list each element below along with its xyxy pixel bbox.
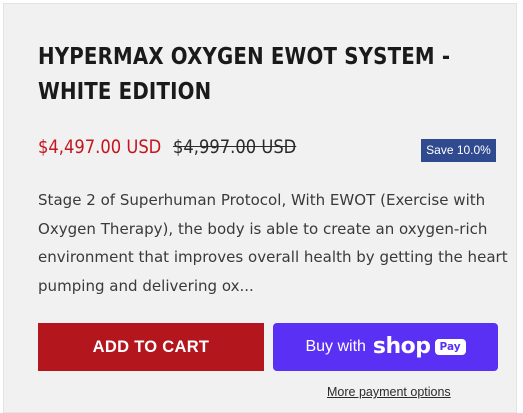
shop-logo-icon: shop [372,333,431,359]
buy-with-label: Buy with [305,338,366,355]
sale-price: $4,497.00 USD [38,136,162,158]
compare-at-price: $4,997.00 USD [173,136,297,158]
save-badge: Save 10.0% [421,139,496,162]
pay-badge-icon: Pay [434,339,466,355]
buy-with-shop-pay-button[interactable]: Buy with shop Pay [273,323,498,371]
add-to-cart-button[interactable]: ADD TO CART [38,323,264,371]
more-payment-options-link[interactable]: More payment options [327,385,451,399]
product-card: HYPERMAX OXYGEN EWOT SYSTEM - WHITE EDIT… [3,3,517,413]
product-title: HYPERMAX OXYGEN EWOT SYSTEM - WHITE EDIT… [38,44,451,105]
product-description: Stage 2 of Superhuman Protocol, With EWO… [38,191,508,296]
